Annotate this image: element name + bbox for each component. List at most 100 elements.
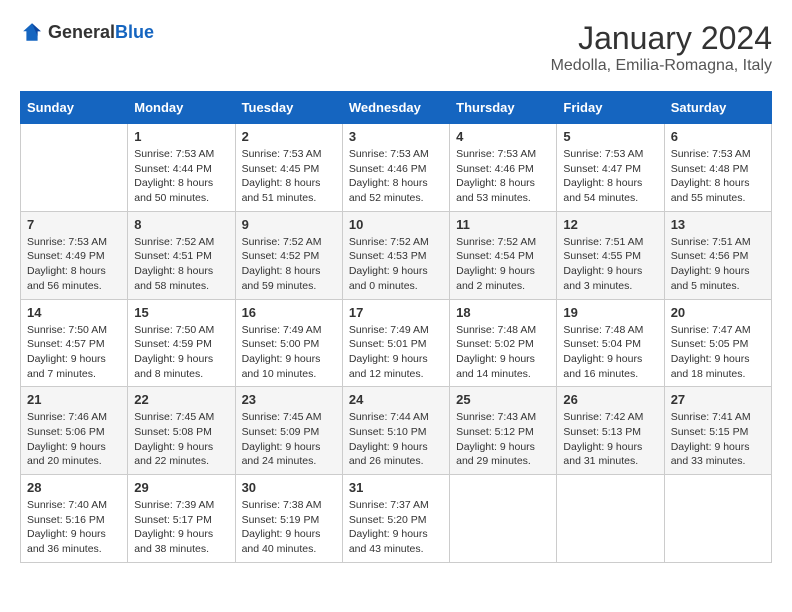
day-number: 30 — [242, 480, 336, 495]
calendar-cell: 12 Sunrise: 7:51 AMSunset: 4:55 PMDayligh… — [557, 211, 664, 299]
cell-info: Sunrise: 7:39 AMSunset: 5:17 PMDaylight:… — [134, 498, 228, 557]
cell-info: Sunrise: 7:42 AMSunset: 5:13 PMDaylight:… — [563, 410, 657, 469]
day-number: 10 — [349, 217, 443, 232]
cell-info: Sunrise: 7:45 AMSunset: 5:08 PMDaylight:… — [134, 410, 228, 469]
cell-info: Sunrise: 7:52 AMSunset: 4:53 PMDaylight:… — [349, 235, 443, 294]
calendar-cell: 25 Sunrise: 7:43 AMSunset: 5:12 PMDayligh… — [450, 387, 557, 475]
day-header-wednesday: Wednesday — [342, 92, 449, 124]
cell-info: Sunrise: 7:48 AMSunset: 5:02 PMDaylight:… — [456, 323, 550, 382]
calendar-body: 1 Sunrise: 7:53 AMSunset: 4:44 PMDaylight… — [21, 124, 772, 563]
calendar-cell: 24 Sunrise: 7:44 AMSunset: 5:10 PMDayligh… — [342, 387, 449, 475]
calendar-table: SundayMondayTuesdayWednesdayThursdayFrid… — [20, 91, 772, 563]
calendar-cell: 13Sunrise: 7:51 AMSunset: 4:56 PMDayligh… — [664, 211, 771, 299]
calendar-cell: 22Sunrise: 7:45 AMSunset: 5:08 PMDayligh… — [128, 387, 235, 475]
cell-info: Sunrise: 7:53 AMSunset: 4:48 PMDaylight:… — [671, 147, 765, 206]
day-number: 26 — [563, 392, 657, 407]
day-number: 12 — [563, 217, 657, 232]
cell-info: Sunrise: 7:53 AMSunset: 4:46 PMDaylight:… — [456, 147, 550, 206]
calendar-cell: 9 Sunrise: 7:52 AMSunset: 4:52 PMDaylight… — [235, 211, 342, 299]
day-number: 14 — [27, 305, 121, 320]
day-number: 31 — [349, 480, 443, 495]
calendar-cell: 16Sunrise: 7:49 AMSunset: 5:00 PMDayligh… — [235, 299, 342, 387]
calendar-cell: 6 Sunrise: 7:53 AMSunset: 4:48 PMDaylight… — [664, 124, 771, 212]
calendar-cell: 5 Sunrise: 7:53 AMSunset: 4:47 PMDaylight… — [557, 124, 664, 212]
calendar-cell: 11Sunrise: 7:52 AMSunset: 4:54 PMDayligh… — [450, 211, 557, 299]
day-number: 15 — [134, 305, 228, 320]
title-block: January 2024 Medolla, Emilia-Romagna, It… — [551, 20, 772, 75]
calendar-cell: 3 Sunrise: 7:53 AMSunset: 4:46 PMDaylight… — [342, 124, 449, 212]
cell-info: Sunrise: 7:44 AMSunset: 5:10 PMDaylight:… — [349, 410, 443, 469]
day-number: 25 — [456, 392, 550, 407]
calendar-cell: 21 Sunrise: 7:46 AMSunset: 5:06 PMDayligh… — [21, 387, 128, 475]
day-number: 1 — [134, 129, 228, 144]
logo-text-blue: Blue — [115, 22, 154, 42]
location-subtitle: Medolla, Emilia-Romagna, Italy — [551, 57, 772, 75]
calendar-cell: 10 Sunrise: 7:52 AMSunset: 4:53 PMDayligh… — [342, 211, 449, 299]
day-number: 16 — [242, 305, 336, 320]
calendar-week-row: 21 Sunrise: 7:46 AMSunset: 5:06 PMDayligh… — [21, 387, 772, 475]
day-number: 2 — [242, 129, 336, 144]
day-number: 21 — [27, 392, 121, 407]
calendar-cell: 8Sunrise: 7:52 AMSunset: 4:51 PMDaylight… — [128, 211, 235, 299]
page-header: GeneralBlue January 2024 Medolla, Emilia… — [20, 20, 772, 75]
calendar-cell: 17Sunrise: 7:49 AMSunset: 5:01 PMDayligh… — [342, 299, 449, 387]
cell-info: Sunrise: 7:51 AMSunset: 4:55 PMDaylight:… — [563, 235, 657, 294]
calendar-cell: 20 Sunrise: 7:47 AMSunset: 5:05 PMDayligh… — [664, 299, 771, 387]
month-year-title: January 2024 — [551, 20, 772, 57]
day-number: 17 — [349, 305, 443, 320]
day-number: 13 — [671, 217, 765, 232]
calendar-cell: 23 Sunrise: 7:45 AMSunset: 5:09 PMDayligh… — [235, 387, 342, 475]
calendar-cell — [664, 475, 771, 563]
calendar-cell: 31Sunrise: 7:37 AMSunset: 5:20 PMDayligh… — [342, 475, 449, 563]
calendar-cell: 2Sunrise: 7:53 AMSunset: 4:45 PMDaylight… — [235, 124, 342, 212]
day-number: 19 — [563, 305, 657, 320]
cell-info: Sunrise: 7:50 AMSunset: 4:57 PMDaylight:… — [27, 323, 121, 382]
cell-info: Sunrise: 7:53 AMSunset: 4:46 PMDaylight:… — [349, 147, 443, 206]
calendar-cell: 26 Sunrise: 7:42 AMSunset: 5:13 PMDayligh… — [557, 387, 664, 475]
calendar-cell: 4Sunrise: 7:53 AMSunset: 4:46 PMDaylight… — [450, 124, 557, 212]
day-header-monday: Monday — [128, 92, 235, 124]
cell-info: Sunrise: 7:40 AMSunset: 5:16 PMDaylight:… — [27, 498, 121, 557]
day-number: 8 — [134, 217, 228, 232]
cell-info: Sunrise: 7:45 AMSunset: 5:09 PMDaylight:… — [242, 410, 336, 469]
calendar-cell — [557, 475, 664, 563]
cell-info: Sunrise: 7:47 AMSunset: 5:05 PMDaylight:… — [671, 323, 765, 382]
cell-info: Sunrise: 7:50 AMSunset: 4:59 PMDaylight:… — [134, 323, 228, 382]
day-number: 6 — [671, 129, 765, 144]
calendar-cell — [450, 475, 557, 563]
cell-info: Sunrise: 7:53 AMSunset: 4:44 PMDaylight:… — [134, 147, 228, 206]
day-header-friday: Friday — [557, 92, 664, 124]
day-number: 3 — [349, 129, 443, 144]
day-header-tuesday: Tuesday — [235, 92, 342, 124]
calendar-week-row: 28 Sunrise: 7:40 AMSunset: 5:16 PMDayligh… — [21, 475, 772, 563]
cell-info: Sunrise: 7:41 AMSunset: 5:15 PMDaylight:… — [671, 410, 765, 469]
day-number: 7 — [27, 217, 121, 232]
day-number: 27 — [671, 392, 765, 407]
logo: GeneralBlue — [20, 20, 154, 44]
cell-info: Sunrise: 7:53 AMSunset: 4:47 PMDaylight:… — [563, 147, 657, 206]
calendar-cell: 27 Sunrise: 7:41 AMSunset: 5:15 PMDayligh… — [664, 387, 771, 475]
calendar-cell — [21, 124, 128, 212]
cell-info: Sunrise: 7:46 AMSunset: 5:06 PMDaylight:… — [27, 410, 121, 469]
calendar-cell: 14 Sunrise: 7:50 AMSunset: 4:57 PMDayligh… — [21, 299, 128, 387]
cell-info: Sunrise: 7:53 AMSunset: 4:49 PMDaylight:… — [27, 235, 121, 294]
cell-info: Sunrise: 7:43 AMSunset: 5:12 PMDaylight:… — [456, 410, 550, 469]
day-number: 20 — [671, 305, 765, 320]
day-number: 5 — [563, 129, 657, 144]
calendar-cell: 19 Sunrise: 7:48 AMSunset: 5:04 PMDayligh… — [557, 299, 664, 387]
cell-info: Sunrise: 7:48 AMSunset: 5:04 PMDaylight:… — [563, 323, 657, 382]
calendar-cell: 15 Sunrise: 7:50 AMSunset: 4:59 PMDayligh… — [128, 299, 235, 387]
cell-info: Sunrise: 7:52 AMSunset: 4:52 PMDaylight:… — [242, 235, 336, 294]
calendar-cell: 29Sunrise: 7:39 AMSunset: 5:17 PMDayligh… — [128, 475, 235, 563]
logo-icon — [20, 20, 44, 44]
day-number: 24 — [349, 392, 443, 407]
day-number: 9 — [242, 217, 336, 232]
day-number: 23 — [242, 392, 336, 407]
day-header-thursday: Thursday — [450, 92, 557, 124]
calendar-cell: 28 Sunrise: 7:40 AMSunset: 5:16 PMDayligh… — [21, 475, 128, 563]
calendar-week-row: 7 Sunrise: 7:53 AMSunset: 4:49 PMDaylight… — [21, 211, 772, 299]
day-header-saturday: Saturday — [664, 92, 771, 124]
day-number: 28 — [27, 480, 121, 495]
calendar-cell: 7 Sunrise: 7:53 AMSunset: 4:49 PMDaylight… — [21, 211, 128, 299]
calendar-header-row: SundayMondayTuesdayWednesdayThursdayFrid… — [21, 92, 772, 124]
